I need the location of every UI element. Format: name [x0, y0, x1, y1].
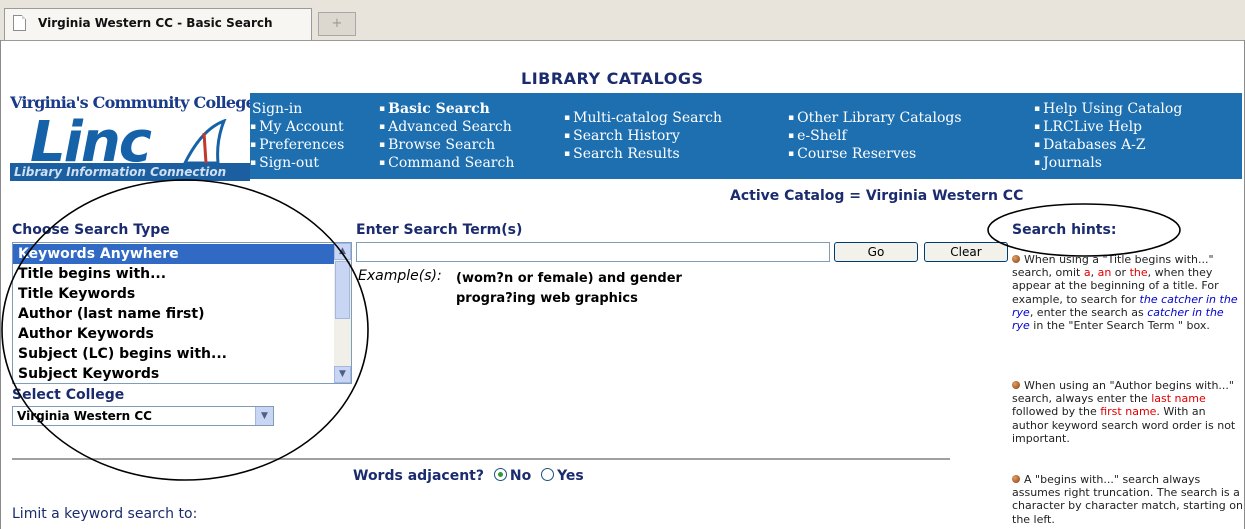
- nav-other-library-catalogs[interactable]: ▪ Other Library Catalogs: [788, 111, 962, 125]
- sail-icon: [182, 119, 227, 165]
- nav-command-search[interactable]: ▪ Command Search: [379, 156, 514, 170]
- words-adjacent-group: Words adjacent? No Yes: [353, 468, 584, 484]
- browser-tab[interactable]: Virginia Western CC - Basic Search: [4, 8, 312, 40]
- linc-logo[interactable]: Virginia's Community Colleges Linc Libra…: [10, 93, 264, 181]
- search-type-option[interactable]: Title begins with...: [13, 264, 335, 284]
- nav-e-shelf[interactable]: ▪ e-Shelf: [788, 129, 847, 143]
- search-type-option[interactable]: Author (last name first): [13, 304, 335, 324]
- search-type-option[interactable]: Subject (LC) begins with...: [13, 344, 335, 364]
- bullet-icon: [1012, 381, 1020, 389]
- hint-begins-with: A "begins with..." search always assumes…: [1012, 473, 1243, 526]
- page-title: LIBRARY CATALOGS: [521, 69, 704, 88]
- nav-databases-a-z[interactable]: ▪ Databases A-Z: [1034, 138, 1146, 152]
- nav-multi-catalog-search[interactable]: ▪ Multi-catalog Search: [564, 111, 722, 125]
- hint-title-begins: When using a "Title begins with..." sear…: [1012, 253, 1238, 333]
- nav-basic-search[interactable]: ▪ Basic Search: [379, 102, 490, 116]
- chevron-down-icon[interactable]: ▼: [255, 407, 273, 425]
- listbox-scrollbar[interactable]: ▲ ▼: [334, 243, 351, 383]
- scroll-down-icon[interactable]: ▼: [334, 366, 351, 383]
- examples-label: Example(s):: [358, 268, 442, 284]
- search-type-option[interactable]: Title Keywords: [13, 284, 335, 304]
- scroll-thumb[interactable]: [335, 261, 350, 319]
- search-input[interactable]: [356, 242, 830, 262]
- new-tab-button[interactable]: +: [318, 12, 356, 36]
- college-select[interactable]: Virginia Western CC ▼: [12, 406, 274, 426]
- adjacent-yes-radio[interactable]: [541, 468, 555, 481]
- adjacent-no-radio[interactable]: [493, 468, 507, 481]
- scroll-up-icon[interactable]: ▲: [334, 243, 351, 260]
- go-button[interactable]: Go: [834, 242, 918, 262]
- nav-bar: Sign-in ▪ My Account ▪ Preferences ▪ Sign-o…: [250, 93, 1242, 179]
- nav-lrclive-help[interactable]: ▪ LRCLive Help: [1034, 120, 1142, 134]
- tab-title: Virginia Western CC - Basic Search: [38, 16, 273, 30]
- bullet-icon: [1012, 475, 1020, 483]
- nav-search-results[interactable]: ▪ Search Results: [564, 147, 680, 161]
- limit-search-label: Limit a keyword search to:: [12, 506, 198, 522]
- adjacent-yes-label[interactable]: Yes: [557, 468, 584, 484]
- search-type-option[interactable]: Author Keywords: [13, 324, 335, 344]
- example-text: progra?ing web graphics: [456, 291, 638, 306]
- page-icon: [13, 15, 26, 31]
- clear-button[interactable]: Clear: [924, 242, 1008, 262]
- nav-help-using-catalog[interactable]: ▪ Help Using Catalog: [1034, 102, 1182, 116]
- hint-author-begins: When using an "Author begins with..." se…: [1012, 379, 1236, 445]
- search-type-label: Choose Search Type: [12, 222, 170, 238]
- bullet-icon: [1012, 255, 1020, 263]
- nav-advanced-search[interactable]: ▪ Advanced Search: [379, 120, 512, 134]
- nav-journals[interactable]: ▪ Journals: [1034, 156, 1102, 170]
- nav-search-history[interactable]: ▪ Search History: [564, 129, 680, 143]
- adjacent-no-label[interactable]: No: [510, 468, 531, 484]
- select-college-label: Select College: [12, 387, 125, 403]
- search-type-option[interactable]: Keywords Anywhere: [13, 244, 335, 264]
- nav-sign-out[interactable]: ▪ Sign-out: [250, 156, 319, 170]
- nav-preferences[interactable]: ▪ Preferences: [250, 138, 344, 152]
- search-term-label: Enter Search Term(s): [356, 222, 523, 238]
- logo-tagline: Library Information Connection: [14, 165, 227, 179]
- active-catalog: Active Catalog = Virginia Western CC: [730, 188, 1024, 204]
- search-type-listbox[interactable]: Keywords Anywhere Title begins with... T…: [12, 242, 352, 384]
- logo-tagline-bar: Library Information Connection: [10, 163, 250, 181]
- search-hints-title: Search hints:: [1012, 222, 1117, 238]
- college-select-value: Virginia Western CC: [17, 409, 152, 423]
- divider: [12, 458, 950, 460]
- nav-browse-search[interactable]: ▪ Browse Search: [379, 138, 495, 152]
- words-adjacent-label: Words adjacent?: [353, 468, 484, 484]
- nav-my-account[interactable]: ▪ My Account: [250, 120, 344, 134]
- example-text: (wom?n or female) and gender: [456, 271, 682, 286]
- nav-course-reserves[interactable]: ▪ Course Reserves: [788, 147, 916, 161]
- search-type-option[interactable]: Subject Keywords: [13, 364, 335, 383]
- nav-sign-in[interactable]: Sign-in: [252, 102, 302, 116]
